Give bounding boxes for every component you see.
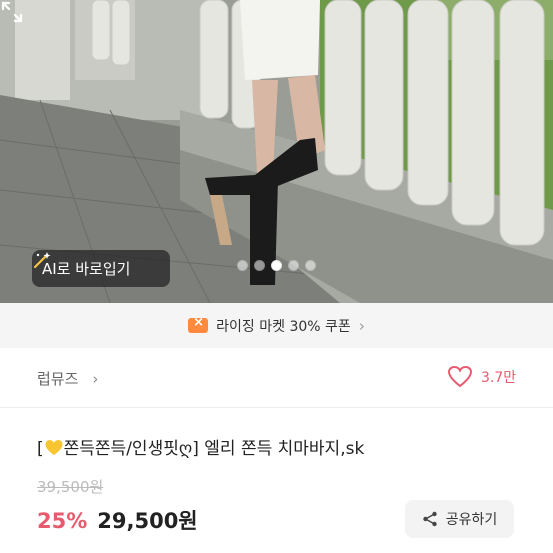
coupon-banner[interactable]: 라이징 마켓 30% 쿠폰 › — [0, 303, 553, 348]
yellow-heart-icon — [45, 439, 63, 456]
title-rest: ] 엘리 쫀득 치마바지,sk — [192, 439, 365, 459]
title-bracket-open: [ — [37, 439, 44, 459]
heart-outline-icon: ღ — [178, 439, 193, 459]
shop-row: 럽뮤즈 › 3.7만 — [0, 348, 553, 408]
carousel-dot[interactable] — [305, 260, 316, 271]
heart-icon — [447, 365, 473, 388]
share-button[interactable]: 공유하기 — [405, 500, 514, 538]
carousel-dot[interactable] — [237, 260, 248, 271]
magic-wand-icon — [33, 252, 51, 269]
chevron-right-icon: › — [358, 316, 365, 335]
carousel-indicator — [237, 260, 316, 271]
ai-try-on-label: AI로 바로입기 — [42, 260, 131, 278]
carousel-dot-active[interactable] — [271, 260, 282, 271]
share-icon — [423, 511, 437, 527]
carousel-dot[interactable] — [288, 260, 299, 271]
discount-rate: 25% — [37, 509, 88, 533]
like-count: 3.7만 — [481, 370, 517, 386]
share-label: 공유하기 — [445, 512, 498, 528]
coupon-text: 라이징 마켓 30% 쿠폰 — [216, 318, 351, 335]
like-button[interactable]: 3.7만 — [447, 365, 516, 389]
product-title: [ 쫀득쫀득/인생핏ღ] 엘리 쫀득 치마바지,sk — [37, 434, 364, 459]
product-image[interactable]: AI로 바로입기 — [0, 0, 553, 303]
shop-name: 럽뮤즈 — [37, 370, 79, 388]
ai-try-on-button[interactable]: AI로 바로입기 — [32, 250, 170, 287]
title-main: 쫀득쫀득/인생핏 — [63, 439, 179, 459]
chevron-right-icon: › — [92, 369, 99, 388]
original-price: 39,500원 — [37, 478, 104, 496]
coupon-icon — [188, 315, 209, 333]
price-row: 25% 29,500원 — [37, 505, 198, 535]
shop-link[interactable]: 럽뮤즈 › — [37, 368, 98, 389]
expand-icon[interactable] — [0, 0, 24, 24]
carousel-dot[interactable] — [254, 260, 265, 271]
sale-price: 29,500원 — [97, 509, 198, 533]
